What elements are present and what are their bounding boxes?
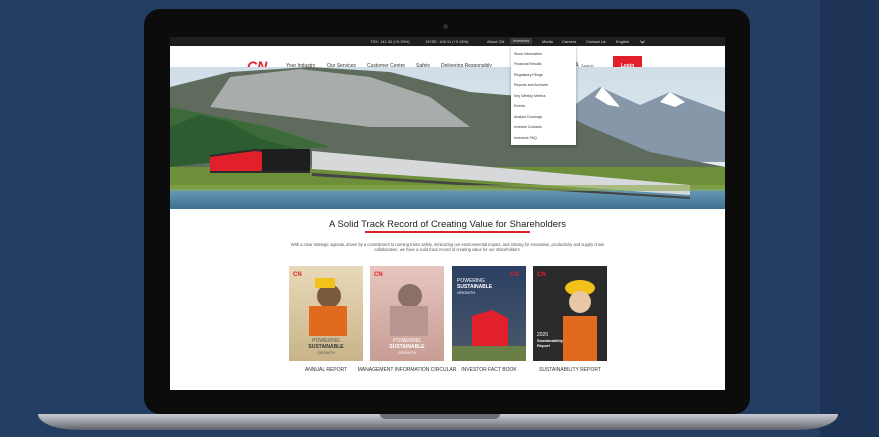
about-link[interactable]: About CN <box>487 39 504 44</box>
background-panel <box>820 0 879 437</box>
dropdown-item-events[interactable]: Events <box>514 104 525 108</box>
annual-report-cover: CN POWERING SUSTAINABLE GROWTH <box>293 272 347 355</box>
chevron-down-icon[interactable] <box>640 40 645 44</box>
investors-dropdown: Stock Information Financial Results Regu… <box>511 46 576 145</box>
page-headline: A Solid Track Record of Creating Value f… <box>329 219 566 230</box>
dropdown-item-analyst-coverage[interactable]: Analyst Coverage <box>514 115 542 119</box>
dropdown-item-financial-results[interactable]: Financial Results <box>514 62 541 66</box>
svg-text:GROWTH: GROWTH <box>398 350 416 355</box>
intro-text: With a clear strategic agenda, driven by… <box>290 242 605 253</box>
nyse-quote: NYSE: 106.11 (+0.15%) <box>426 39 469 44</box>
svg-text:CN: CN <box>510 272 519 278</box>
svg-text:CN: CN <box>293 272 302 278</box>
dropdown-item-investor-contacts[interactable]: Investor Contacts <box>514 125 542 129</box>
camera-icon <box>443 24 448 29</box>
svg-text:GROWTH: GROWTH <box>457 290 475 295</box>
laptop-screen: TSX: 141.30 (+0.29%) NYSE: 106.11 (+0.15… <box>170 37 725 390</box>
dropdown-item-reports-archives[interactable]: Reports and Archives <box>514 83 548 87</box>
svg-text:Report: Report <box>537 343 551 348</box>
sustainability-report-card[interactable]: CN 2020 Sustainability Report <box>533 266 607 361</box>
hero-train-image <box>170 67 725 209</box>
investor-fact-book-card[interactable]: CN POWERING SUSTAINABLE GROWTH <box>452 266 526 361</box>
dropdown-item-stock-information[interactable]: Stock Information <box>514 52 542 56</box>
annual-report-card[interactable]: CN POWERING SUSTAINABLE GROWTH <box>289 266 363 361</box>
contact-link[interactable]: Contact Us <box>586 39 606 44</box>
sustainability-report-cover: CN 2020 Sustainability Report <box>537 272 597 361</box>
utility-bar: TSX: 141.30 (+0.29%) NYSE: 106.11 (+0.15… <box>170 37 725 46</box>
laptop-hinge-notch <box>380 414 500 419</box>
management-circular-card[interactable]: CN POWERING SUSTAINABLE GROWTH <box>370 266 444 361</box>
investor-fact-book-cover: CN POWERING SUSTAINABLE GROWTH <box>452 272 526 361</box>
sustainability-report-caption[interactable]: SUSTAINABILITY REPORT <box>520 367 620 373</box>
dropdown-item-regulatory-filings[interactable]: Regulatory Filings <box>514 73 543 77</box>
headline-underline <box>365 231 530 233</box>
dropdown-item-investors-faq[interactable]: Investors FAQ <box>514 136 537 140</box>
main-nav: CN Your Industry Our Services Customer C… <box>170 46 725 76</box>
svg-text:CN: CN <box>374 272 383 278</box>
dropdown-item-key-weekly-metrics[interactable]: Key Weekly Metrics <box>514 94 546 98</box>
language-select[interactable]: English <box>616 39 629 44</box>
management-circular-cover: CN POWERING SUSTAINABLE GROWTH <box>374 272 428 355</box>
careers-link[interactable]: Careers <box>562 39 576 44</box>
svg-text:CN: CN <box>537 272 546 278</box>
investors-link[interactable]: Investors <box>510 38 533 44</box>
tsx-quote: TSX: 141.30 (+0.29%) <box>370 39 410 44</box>
svg-text:GROWTH: GROWTH <box>317 350 335 355</box>
media-link[interactable]: Media <box>542 39 553 44</box>
